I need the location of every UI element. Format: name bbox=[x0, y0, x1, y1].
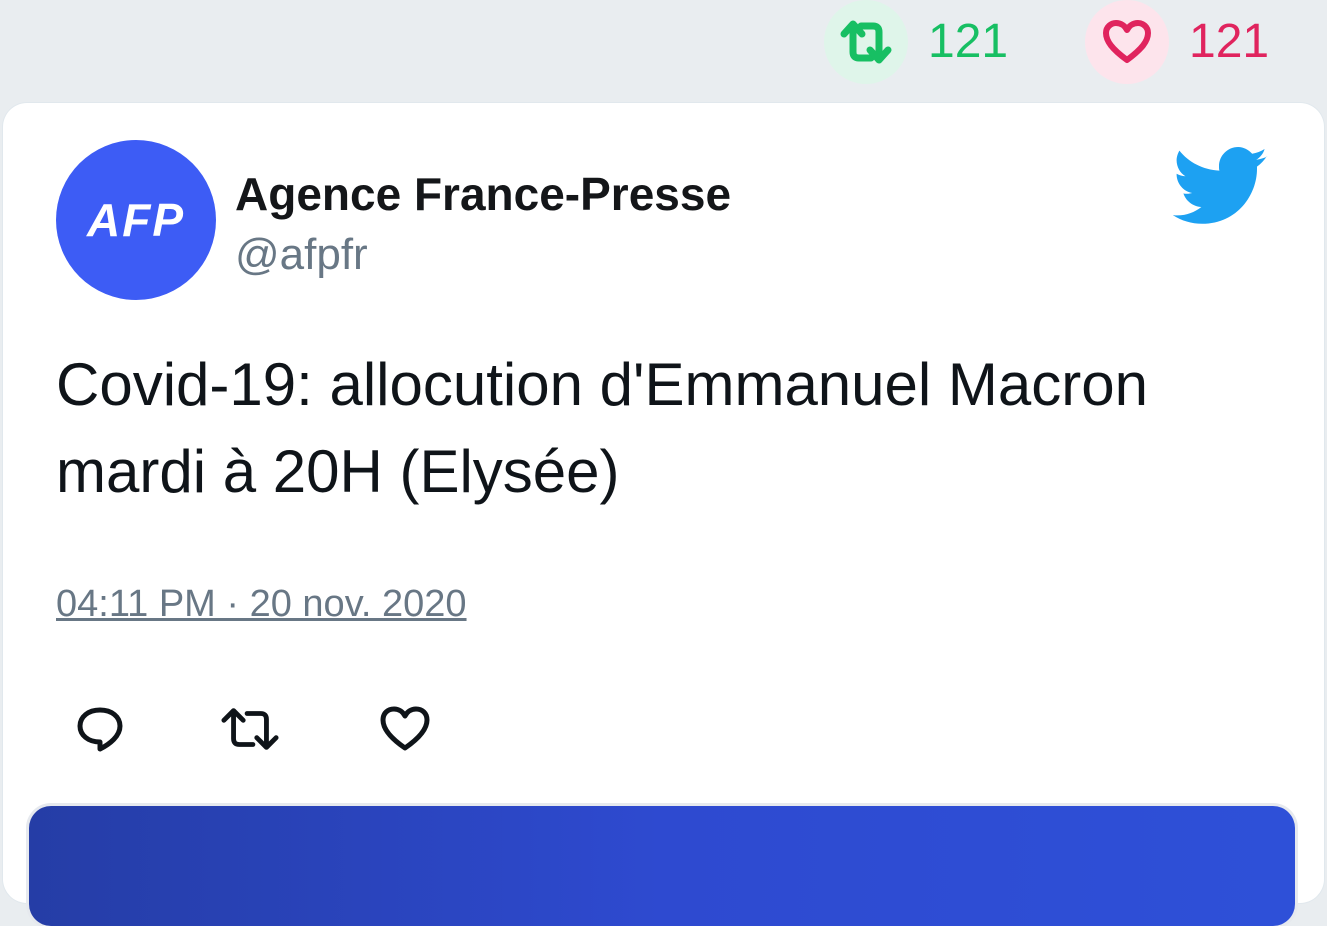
heart-icon bbox=[1103, 20, 1151, 63]
reply-icon bbox=[77, 707, 123, 752]
avatar-logo-text: AFP bbox=[87, 194, 185, 246]
reply-button[interactable] bbox=[70, 699, 130, 759]
retweet-stat[interactable]: 121 bbox=[824, 0, 1008, 84]
like-stat-circle[interactable] bbox=[1085, 0, 1169, 84]
avatar[interactable]: AFP bbox=[56, 140, 216, 300]
retweet-stat-circle[interactable] bbox=[824, 0, 908, 84]
author-name[interactable]: Agence France-Presse bbox=[235, 167, 731, 221]
retweet-icon bbox=[840, 20, 892, 64]
engagement-stats-bar: 121 121 bbox=[0, 0, 1327, 96]
media-preview[interactable] bbox=[29, 806, 1295, 926]
tweet-text: Covid-19: allocution d'Emmanuel Macron m… bbox=[56, 341, 1286, 515]
retweet-button[interactable] bbox=[220, 699, 280, 759]
like-stat[interactable]: 121 bbox=[1085, 0, 1269, 84]
retweet-icon bbox=[221, 708, 279, 750]
heart-icon bbox=[380, 706, 430, 751]
like-button[interactable] bbox=[375, 699, 435, 759]
retweet-count: 121 bbox=[928, 15, 1009, 68]
tweet-card: AFP Agence France-Presse @afpfr Covid-19… bbox=[3, 103, 1324, 926]
twitter-bird-icon[interactable] bbox=[1173, 147, 1269, 227]
tweet-text-line-1: Covid-19: allocution d'Emmanuel Macron bbox=[56, 351, 1148, 418]
tweet-text-line-2: mardi à 20H (Elysée) bbox=[56, 438, 620, 505]
tweet-timestamp-link[interactable]: 04:11 PM · 20 nov. 2020 bbox=[56, 583, 467, 626]
like-count: 121 bbox=[1189, 15, 1270, 68]
author-handle[interactable]: @afpfr bbox=[235, 230, 368, 280]
